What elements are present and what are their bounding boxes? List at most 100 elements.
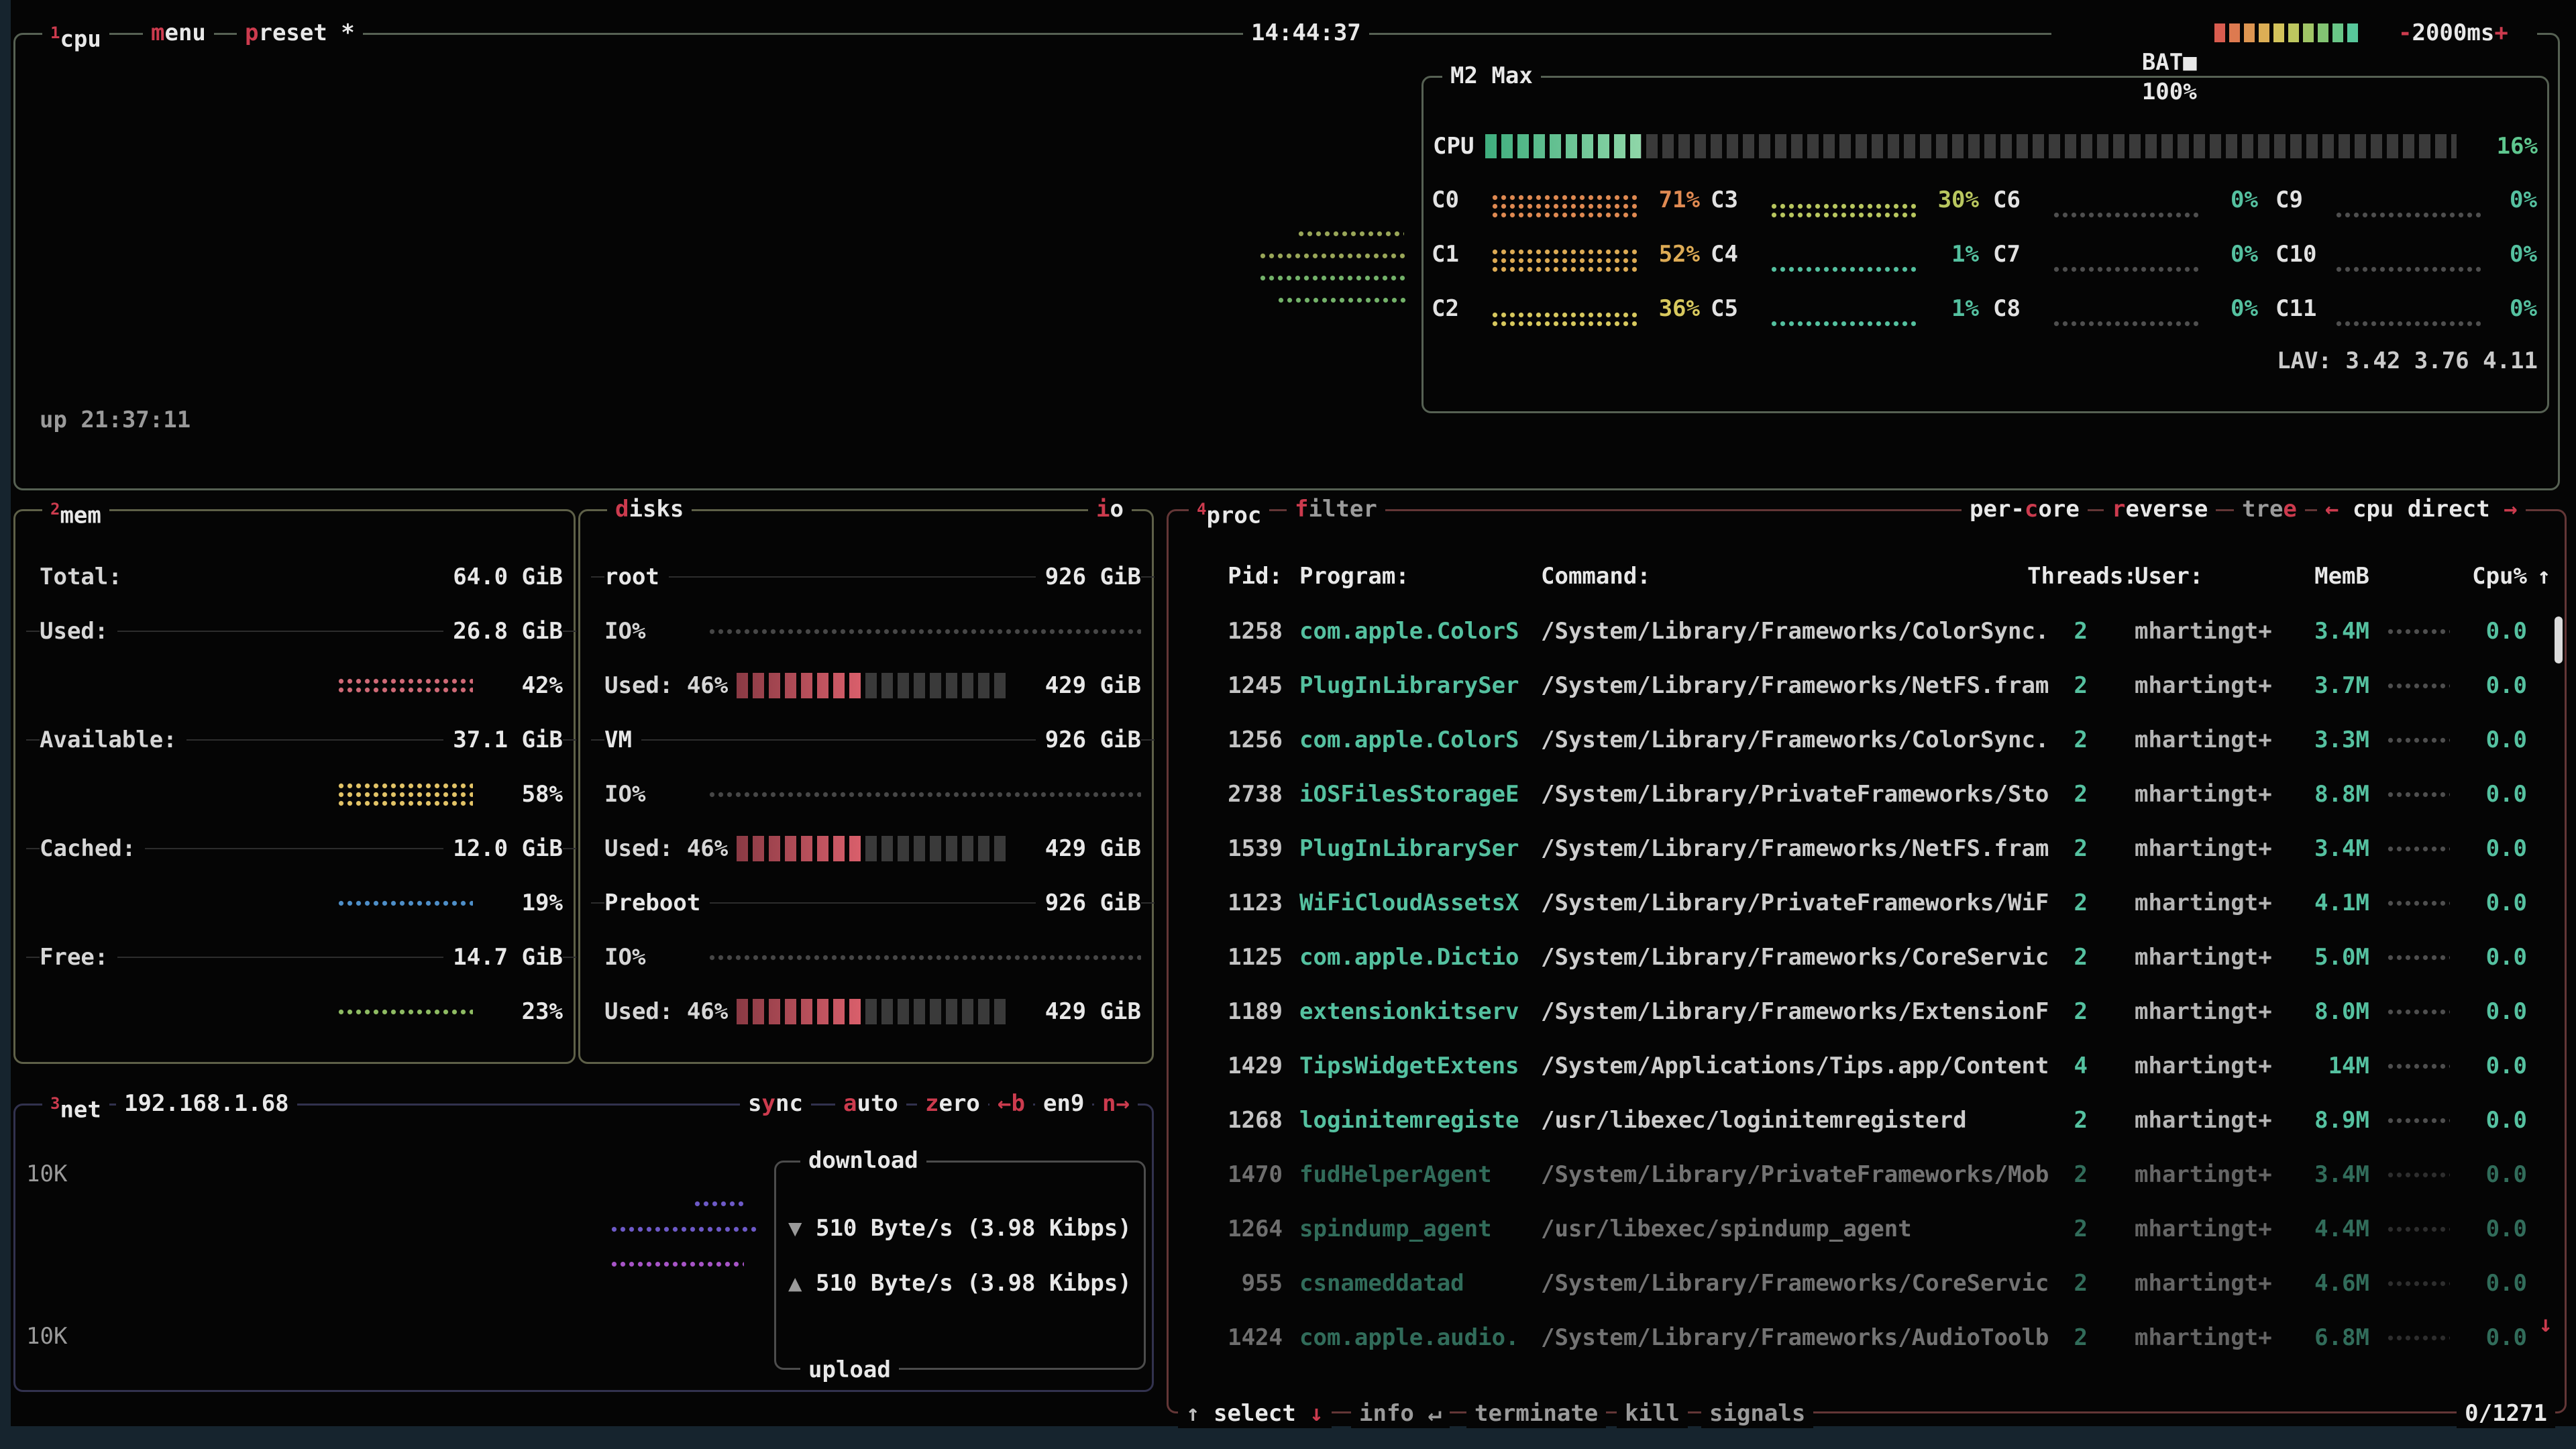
core-graph xyxy=(2052,211,2198,219)
proc-box-number: 4 xyxy=(1197,500,1206,519)
core-graph xyxy=(2052,319,2198,328)
process-row[interactable]: 1470 fudHelperAgent /System/Library/Priv… xyxy=(1169,1148,2565,1202)
col-user[interactable]: User: xyxy=(2135,549,2203,604)
cpu-model-label: M2 Max xyxy=(1442,61,1541,91)
core-pct: 0% xyxy=(2477,282,2537,336)
mem-row-available: Available:37.1 GiB xyxy=(40,725,563,755)
col-memb[interactable]: MemB xyxy=(2275,549,2369,604)
net-ip-address: 192.168.1.68 xyxy=(116,1089,297,1118)
net-speed-box: download ▼ 510 Byte/s (3.98 Kibps) ▲ 510… xyxy=(774,1161,1146,1370)
process-mem-meter xyxy=(2386,1008,2450,1016)
process-row[interactable]: 1258 com.apple.ColorS /System/Library/Fr… xyxy=(1169,604,2565,659)
disk-io-meter xyxy=(708,790,1141,799)
net-next-iface-button[interactable]: n→ xyxy=(1094,1089,1138,1118)
disks-box: disks io root 926 GiB IO% Used: 46% 429 … xyxy=(578,509,1154,1064)
disks-io-toggle[interactable]: io xyxy=(1088,494,1132,524)
disk-io-meter xyxy=(708,953,1141,962)
process-row[interactable]: 1123 WiFiCloudAssetsX /System/Library/Pr… xyxy=(1169,876,2565,930)
mem-box-title[interactable]: 2mem xyxy=(42,494,109,530)
process-row[interactable]: 1264 spindump_agent /usr/libexec/spindum… xyxy=(1169,1202,2565,1256)
net-prev-iface-button[interactable]: ←b xyxy=(989,1089,1033,1118)
mem-dot-meter xyxy=(337,899,473,908)
interval-increase-button[interactable]: + xyxy=(2494,19,2508,46)
mem-dot-meter xyxy=(337,782,473,808)
process-mem-meter xyxy=(2386,1279,2450,1288)
sort-column-selector[interactable]: ← cpu direct → xyxy=(2317,494,2526,524)
core-pct: 36% xyxy=(1640,282,1700,336)
process-mem-meter xyxy=(2386,1334,2450,1342)
per-core-toggle[interactable]: per-core xyxy=(1962,494,2088,524)
mem-meter-row: 19% xyxy=(337,881,563,925)
disk-used-row: Used: 46% 429 GiB xyxy=(604,834,1141,863)
signals-button[interactable]: signals xyxy=(1701,1399,1813,1428)
kill-button[interactable]: kill xyxy=(1617,1399,1688,1428)
core-graph xyxy=(1770,265,1916,274)
process-row[interactable]: 955 csnameddatad /System/Library/Framewo… xyxy=(1169,1256,2565,1311)
disk-io-row: IO% xyxy=(604,616,1141,646)
mem-meter-row: 58% xyxy=(337,772,563,816)
net-box-title[interactable]: 3net xyxy=(42,1089,109,1124)
reverse-toggle[interactable]: reverse xyxy=(2104,494,2216,524)
process-row[interactable]: 1125 com.apple.Dictio /System/Library/Fr… xyxy=(1169,930,2565,985)
disk-used-row: Used: 46% 429 GiB xyxy=(604,671,1141,700)
core-cell-c4: C4 1% xyxy=(1711,227,1979,282)
preset-button[interactable]: preset * xyxy=(237,18,363,48)
process-row[interactable]: 1245 PlugInLibrarySer /System/Library/Fr… xyxy=(1169,659,2565,713)
mem-meter-pct: 42% xyxy=(496,672,563,699)
filter-button[interactable]: filter xyxy=(1287,494,1385,524)
cpu-box-title[interactable]: 1cpu xyxy=(42,18,109,54)
info-button[interactable]: info ↵ xyxy=(1351,1399,1450,1428)
net-box-number: 3 xyxy=(50,1094,60,1113)
process-mem-meter xyxy=(2386,1225,2450,1234)
process-row[interactable]: 1539 PlugInLibrarySer /System/Library/Fr… xyxy=(1169,822,2565,876)
menu-button[interactable]: menu xyxy=(143,18,214,48)
load-average: LAV: 3.42 3.76 4.11 xyxy=(2277,346,2538,376)
disk-used-row: Used: 46% 429 GiB xyxy=(604,997,1141,1026)
sort-direction-icon[interactable]: ↑ xyxy=(2537,549,2551,604)
col-program[interactable]: Program: xyxy=(1299,549,1409,604)
net-sync-button[interactable]: sync xyxy=(740,1089,811,1118)
process-row[interactable]: 1268 loginitemregiste /usr/libexec/login… xyxy=(1169,1093,2565,1148)
scroll-more-icon[interactable]: ↓ xyxy=(2539,1309,2553,1339)
process-row[interactable]: 1189 extensionkitserv /System/Library/Fr… xyxy=(1169,985,2565,1039)
net-auto-button[interactable]: auto xyxy=(835,1089,906,1118)
select-control[interactable]: ↑ select ↓ xyxy=(1178,1399,1332,1428)
cpu-total-pct: 16% xyxy=(2497,131,2538,161)
cpu-meter-label: CPU xyxy=(1433,131,1474,161)
core-graph xyxy=(1770,319,1916,328)
col-command[interactable]: Command: xyxy=(1541,549,1651,604)
process-row[interactable]: 2738 iOSFilesStorageE /System/Library/Pr… xyxy=(1169,767,2565,822)
interval-decrease-button[interactable]: - xyxy=(2398,19,2412,46)
core-cell-c1: C1 52% xyxy=(1432,227,1700,282)
process-row[interactable]: 1424 com.apple.audio. /System/Library/Fr… xyxy=(1169,1311,2565,1365)
battery-block xyxy=(2214,23,2225,42)
clock: 14:44:37 xyxy=(1243,18,1369,48)
process-table-header: Pid: Program: Command: Threads: User: Me… xyxy=(1169,549,2565,604)
proc-scrollbar[interactable] xyxy=(2555,616,2563,663)
mem-meter-pct: 58% xyxy=(496,781,563,808)
core-pct: 0% xyxy=(2477,227,2537,282)
process-mem-meter xyxy=(2386,790,2450,799)
upload-label: upload xyxy=(800,1355,899,1385)
net-scale-top: 10K xyxy=(26,1159,67,1189)
core-cell-c8: C8 0% xyxy=(1993,282,2258,336)
terminate-button[interactable]: terminate xyxy=(1466,1399,1606,1428)
cpu-total-meter xyxy=(1485,134,2457,158)
process-row[interactable]: 1429 TipsWidgetExtens /System/Applicatio… xyxy=(1169,1039,2565,1093)
col-cpu[interactable]: Cpu% xyxy=(2450,549,2527,604)
core-pct: 1% xyxy=(1919,282,1979,336)
col-pid[interactable]: Pid: xyxy=(1189,549,1283,604)
mem-row-cached: Cached:12.0 GiB xyxy=(40,834,563,863)
col-threads[interactable]: Threads: xyxy=(2027,549,2088,604)
download-speed: ▼ 510 Byte/s (3.98 Kibps) xyxy=(788,1214,1132,1243)
process-mem-meter xyxy=(2386,1116,2450,1125)
core-graph xyxy=(2334,265,2481,274)
core-pct: 0% xyxy=(2198,173,2258,227)
net-zero-button[interactable]: zero xyxy=(917,1089,988,1118)
process-row[interactable]: 1256 com.apple.ColorS /System/Library/Fr… xyxy=(1169,713,2565,767)
tree-toggle[interactable]: tree xyxy=(2234,494,2305,524)
proc-box-title[interactable]: 4proc xyxy=(1189,494,1269,530)
battery-block xyxy=(2303,23,2314,42)
process-mem-meter xyxy=(2386,682,2450,690)
core-graph xyxy=(1491,193,1637,219)
